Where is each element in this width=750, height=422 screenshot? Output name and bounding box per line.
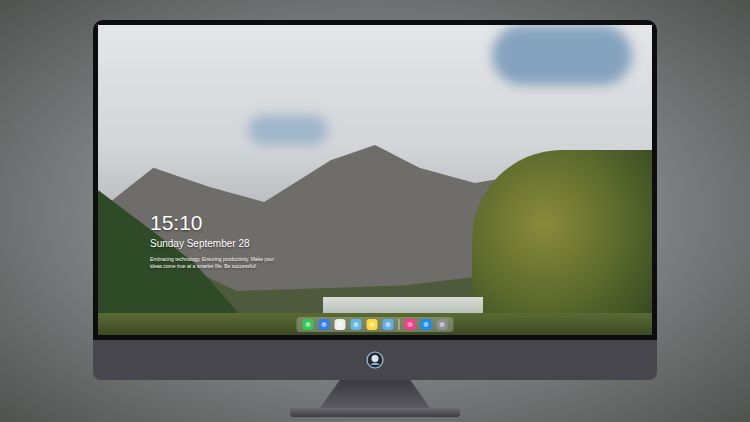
dock-app-icon[interactable]: [367, 319, 378, 330]
lock-clock: 15:10 Sunday September 28 Embracing techno…: [150, 211, 275, 270]
stand-base: [290, 408, 460, 417]
dock-separator: [399, 319, 400, 330]
wallpaper: [98, 25, 652, 335]
motto: Embracing technology, Ensuring productiv…: [150, 256, 275, 270]
page: 15:10 Sunday September 28 Embracing techno…: [0, 0, 750, 422]
dock: [297, 317, 454, 332]
dock-app-icon[interactable]: [351, 319, 362, 330]
dock-app-icon[interactable]: [383, 319, 394, 330]
monitor-chin: [93, 340, 657, 380]
bezel: 15:10 Sunday September 28 Embracing techno…: [93, 20, 657, 340]
monitor: 15:10 Sunday September 28 Embracing techno…: [93, 20, 657, 417]
dock-app-icon[interactable]: [335, 319, 346, 330]
dock-app-icon[interactable]: [421, 319, 432, 330]
clock-date: Sunday September 28: [150, 237, 275, 250]
dock-app-icon[interactable]: [405, 319, 416, 330]
clock-time: 15:10: [150, 211, 275, 235]
logo-icon: [366, 351, 384, 369]
screen: 15:10 Sunday September 28 Embracing techno…: [98, 25, 652, 335]
dock-app-icon[interactable]: [437, 319, 448, 330]
dock-app-icon[interactable]: [319, 319, 330, 330]
stand-neck: [320, 380, 430, 408]
dock-app-icon[interactable]: [303, 319, 314, 330]
